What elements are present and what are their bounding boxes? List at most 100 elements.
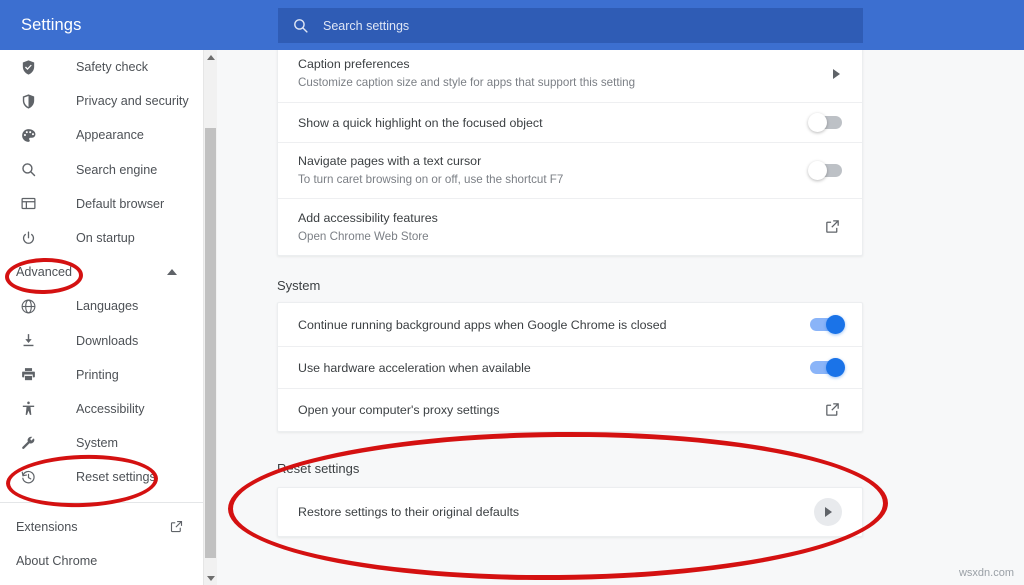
- row-title: Open your computer's proxy settings: [298, 402, 824, 418]
- sidebar-item-safety-check[interactable]: Safety check: [0, 50, 203, 84]
- sidebar-item-downloads[interactable]: Downloads: [0, 324, 203, 358]
- toggle-knob: [826, 315, 845, 334]
- sidebar-item-label: Safety check: [76, 60, 148, 74]
- row-title: Restore settings to their original defau…: [298, 504, 814, 520]
- sidebar-item-label: Reset settings: [76, 470, 156, 484]
- sidebar-item-search-engine[interactable]: Search engine: [0, 153, 203, 187]
- globe-icon: [18, 296, 38, 316]
- row-add-accessibility-features[interactable]: Add accessibility features Open Chrome W…: [278, 199, 862, 255]
- sidebar-item-label: On startup: [76, 231, 135, 245]
- sidebar-item-label: Appearance: [76, 128, 144, 142]
- shield-check-icon: [18, 57, 38, 77]
- search-icon: [292, 17, 309, 34]
- open-in-new-icon: [169, 519, 185, 535]
- row-subtitle: Open Chrome Web Store: [298, 229, 824, 245]
- row-title: Caption preferences: [298, 56, 830, 72]
- sidebar-item-extensions[interactable]: Extensions: [0, 509, 203, 543]
- search-icon: [18, 160, 38, 180]
- sidebar-item-label: Search engine: [76, 163, 157, 177]
- row-title: Show a quick highlight on the focused ob…: [298, 115, 810, 131]
- main-content: Caption preferences Customize caption si…: [218, 50, 1024, 585]
- sidebar-item-label: Languages: [76, 299, 138, 313]
- sidebar-item-privacy-and-security[interactable]: Privacy and security: [0, 84, 203, 118]
- accessibility-card: Caption preferences Customize caption si…: [277, 50, 863, 256]
- row-text: Restore settings to their original defau…: [298, 504, 814, 520]
- search-input[interactable]: Search settings: [278, 8, 863, 43]
- open-in-new-icon[interactable]: [824, 218, 842, 236]
- download-icon: [18, 331, 38, 351]
- sidebar-item-accessibility[interactable]: Accessibility: [0, 392, 203, 426]
- restore-defaults-button[interactable]: [814, 498, 842, 526]
- row-caption-preferences[interactable]: Caption preferences Customize caption si…: [278, 50, 862, 103]
- row-text: Open your computer's proxy settings: [298, 402, 824, 418]
- row-text: Show a quick highlight on the focused ob…: [298, 115, 810, 131]
- row-show-quick-highlight[interactable]: Show a quick highlight on the focused ob…: [278, 103, 862, 143]
- row-navigate-with-text-cursor[interactable]: Navigate pages with a text cursor To tur…: [278, 143, 862, 199]
- power-icon: [18, 228, 38, 248]
- app-header: Settings Search settings: [0, 0, 1024, 50]
- toggle-background-apps[interactable]: [810, 318, 842, 331]
- triangle-up-icon[interactable]: [204, 50, 217, 64]
- search-placeholder: Search settings: [323, 19, 409, 33]
- sidebar-item-label: About Chrome: [16, 554, 97, 568]
- sidebar-item-advanced[interactable]: Advanced: [0, 255, 203, 289]
- page-title: Settings: [21, 16, 261, 35]
- row-text: Caption preferences Customize caption si…: [298, 56, 830, 91]
- sidebar-item-appearance[interactable]: Appearance: [0, 118, 203, 152]
- section-label-system: System: [277, 278, 320, 293]
- triangle-down-icon[interactable]: [204, 571, 217, 585]
- row-restore-defaults[interactable]: Restore settings to their original defau…: [278, 488, 862, 536]
- history-restore-icon: [18, 467, 38, 487]
- sidebar-item-languages[interactable]: Languages: [0, 289, 203, 323]
- row-text: Continue running background apps when Go…: [298, 317, 810, 333]
- accessibility-icon: [18, 399, 38, 419]
- row-subtitle: To turn caret browsing on or off, use th…: [298, 172, 810, 188]
- browser-window-icon: [18, 194, 38, 214]
- row-title: Navigate pages with a text cursor: [298, 153, 810, 169]
- settings-window: Settings Search settings Safety check: [0, 0, 1024, 585]
- sidebar-item-default-browser[interactable]: Default browser: [0, 187, 203, 221]
- printer-icon: [18, 365, 38, 385]
- toggle-hardware-acceleration[interactable]: [810, 361, 842, 374]
- toggle-knob: [808, 161, 827, 180]
- wrench-icon: [18, 433, 38, 453]
- row-background-apps[interactable]: Continue running background apps when Go…: [278, 303, 862, 347]
- shield-icon: [18, 91, 38, 111]
- row-text: Add accessibility features Open Chrome W…: [298, 210, 824, 245]
- scrollbar-thumb[interactable]: [205, 128, 216, 558]
- sidebar-item-on-startup[interactable]: On startup: [0, 221, 203, 255]
- watermark: wsxdn.com: [959, 567, 1014, 579]
- sidebar-item-system[interactable]: System: [0, 426, 203, 460]
- row-proxy-settings[interactable]: Open your computer's proxy settings: [278, 389, 862, 431]
- section-label-reset-settings: Reset settings: [277, 461, 359, 476]
- sidebar-item-label: Downloads: [76, 334, 138, 348]
- row-hardware-acceleration[interactable]: Use hardware acceleration when available: [278, 347, 862, 389]
- sidebar-item-about-chrome[interactable]: About Chrome: [0, 544, 203, 578]
- chevron-up-icon: [167, 267, 177, 277]
- sidebar-item-label: Printing: [76, 368, 119, 382]
- chevron-right-icon[interactable]: [830, 68, 842, 80]
- sidebar-item-label: Advanced: [16, 265, 72, 279]
- row-title: Add accessibility features: [298, 210, 824, 226]
- sidebar-item-label: Accessibility: [76, 402, 145, 416]
- palette-icon: [18, 125, 38, 145]
- sidebar-item-reset-settings[interactable]: Reset settings: [0, 460, 203, 494]
- toggle-knob: [808, 113, 827, 132]
- scrollbar[interactable]: [203, 50, 217, 585]
- row-title: Use hardware acceleration when available: [298, 360, 810, 376]
- sidebar-item-label: System: [76, 436, 118, 450]
- open-in-new-icon[interactable]: [824, 401, 842, 419]
- toggle-navigate-with-text-cursor[interactable]: [810, 164, 842, 177]
- row-text: Navigate pages with a text cursor To tur…: [298, 153, 810, 188]
- toggle-show-quick-highlight[interactable]: [810, 116, 842, 129]
- sidebar-item-label: Privacy and security: [76, 94, 189, 108]
- sidebar-item-label: Extensions: [16, 520, 78, 534]
- row-subtitle: Customize caption size and style for app…: [298, 75, 830, 91]
- toggle-knob: [826, 358, 845, 377]
- sidebar-item-printing[interactable]: Printing: [0, 358, 203, 392]
- sidebar: Safety check Privacy and security Appear…: [0, 50, 203, 585]
- sidebar-divider: [0, 502, 203, 503]
- row-text: Use hardware acceleration when available: [298, 360, 810, 376]
- reset-settings-card: Restore settings to their original defau…: [277, 487, 863, 537]
- sidebar-item-label: Default browser: [76, 197, 164, 211]
